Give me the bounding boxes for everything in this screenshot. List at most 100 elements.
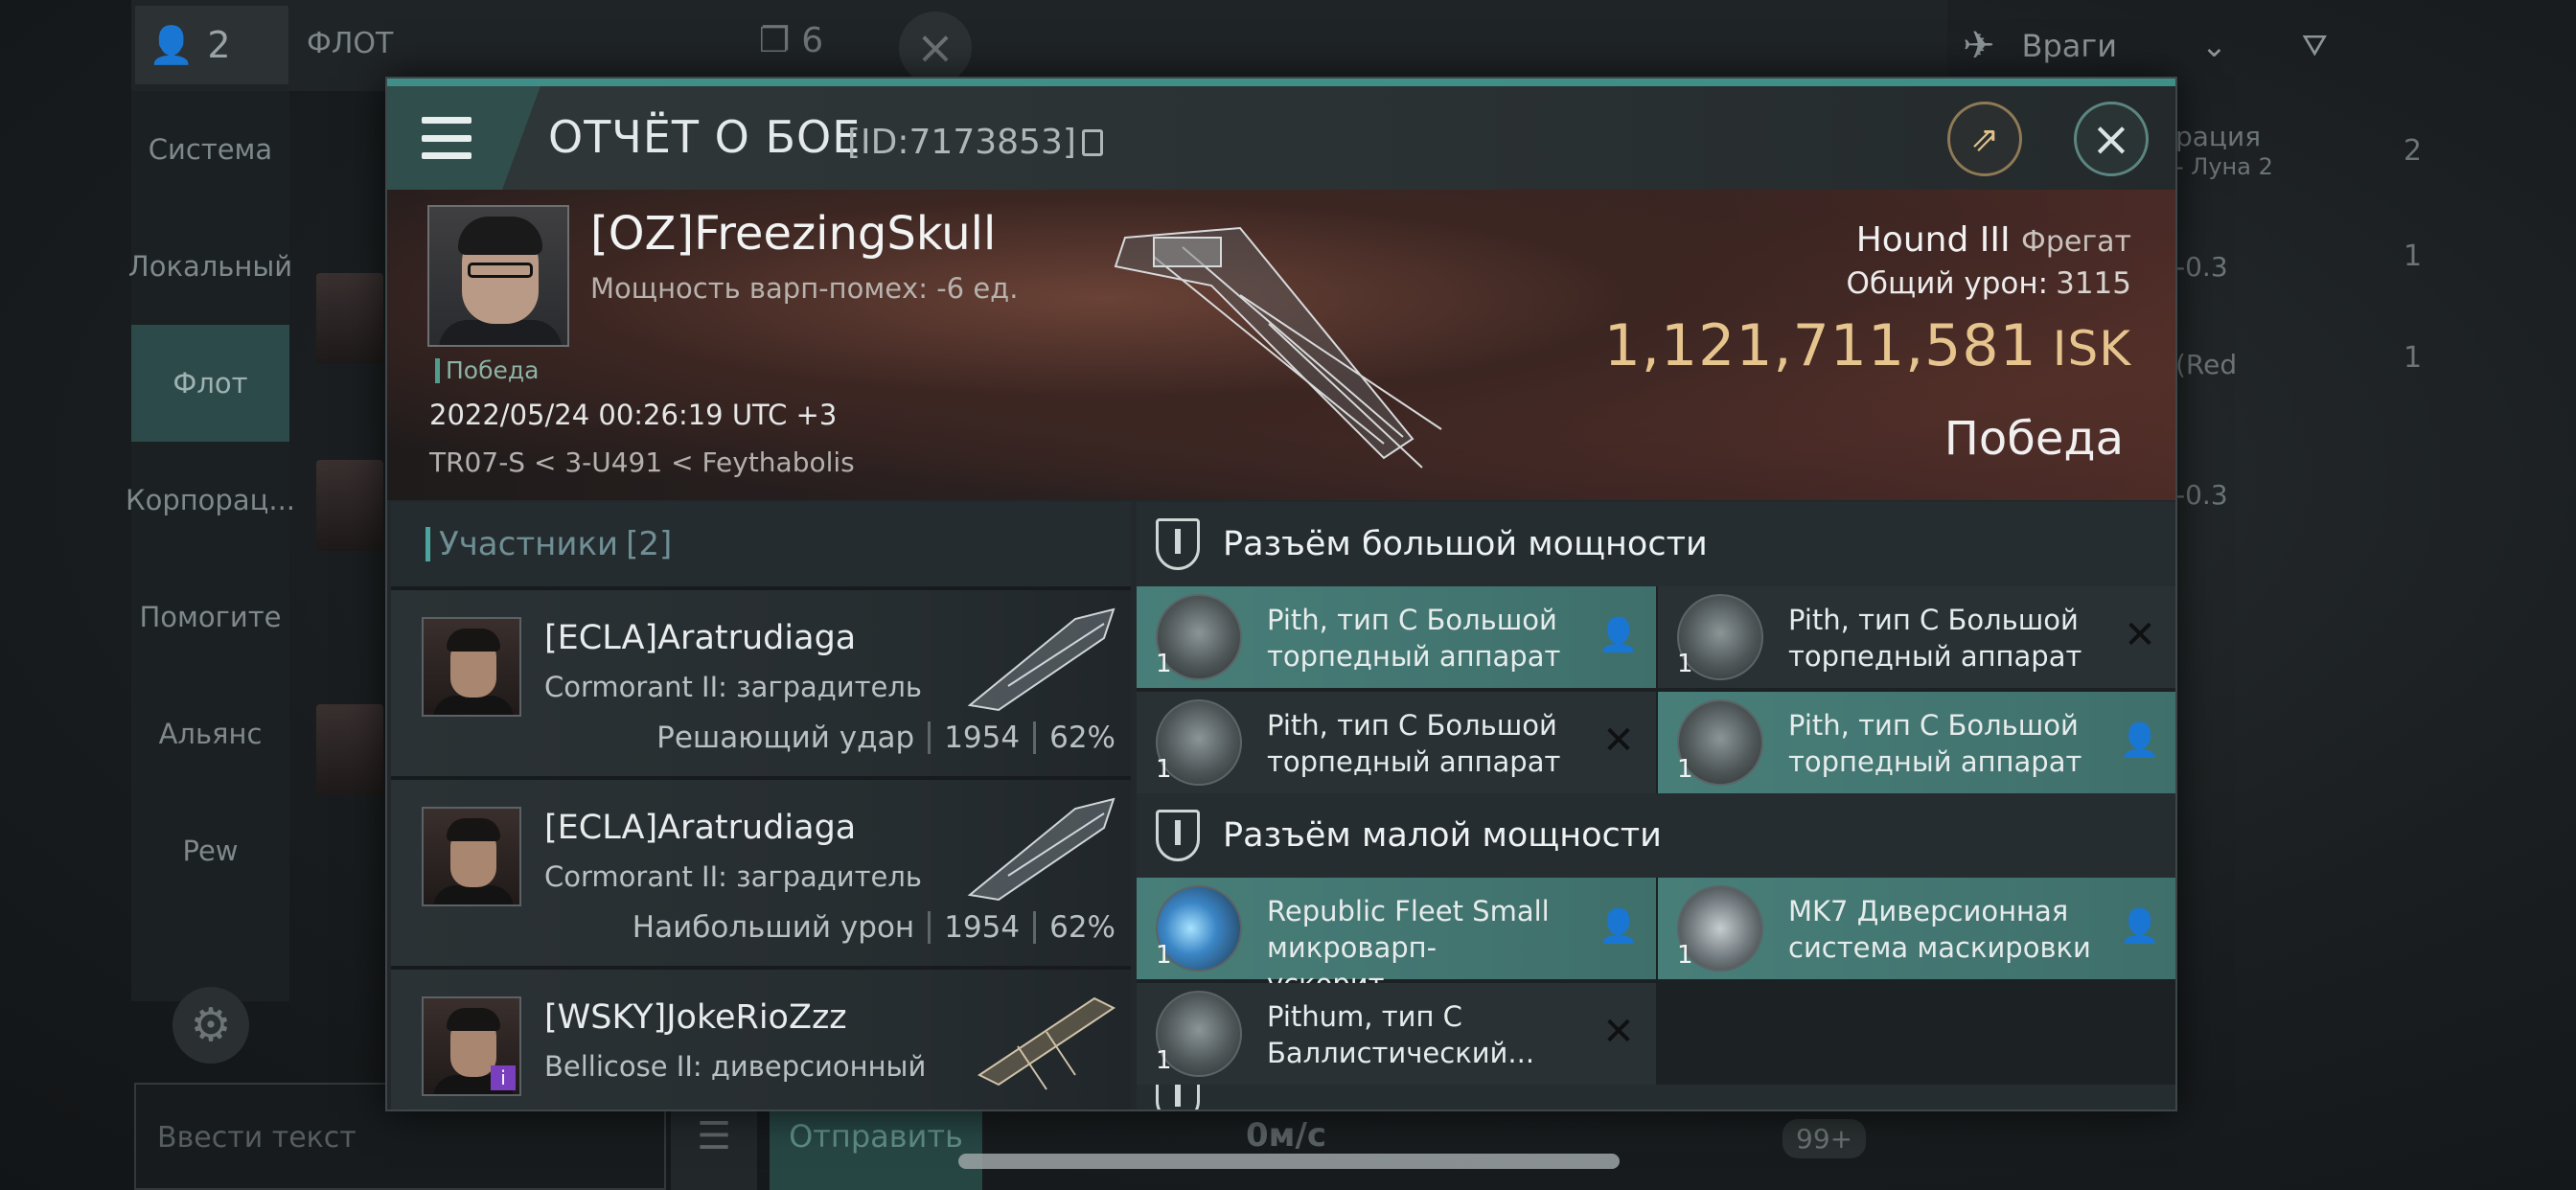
- fleet-title: ФЛОТ: [307, 27, 394, 60]
- overview-text: рация: [2175, 121, 2262, 152]
- speed-readout: 0м/с: [1246, 1116, 1327, 1155]
- sidebar-item-pew[interactable]: Pew: [131, 792, 289, 909]
- isk-value: 1,121,711,581 ISK: [1604, 312, 2131, 379]
- isk-unit: ISK: [2052, 321, 2131, 377]
- module-qty: 1: [1677, 650, 1693, 678]
- avatar[interactable]: [422, 807, 521, 906]
- kill-datetime: 2022/05/24 00:26:19 UTC +3: [429, 399, 838, 431]
- accent-line: [387, 79, 2175, 86]
- victim-ship: Hound III Фрегат: [1856, 220, 2131, 260]
- destroyed-x-icon: ✕: [1602, 719, 1635, 763]
- dropped-person-icon: 👤: [1598, 907, 1640, 946]
- participant-row[interactable]: [ECLA]Aratrudiaga Cormorant II: заградит…: [391, 776, 1131, 966]
- empty-slot: [1658, 983, 2175, 1085]
- report-id-text: [ID:7173853]: [847, 123, 1076, 162]
- avatar[interactable]: i: [422, 996, 521, 1096]
- low-slot-header: Разъём малой мощности: [1137, 793, 2175, 878]
- high-slot-icon: [1156, 518, 1200, 570]
- destroyed-x-icon: ✕: [1602, 1010, 1635, 1054]
- members-count: 2: [207, 24, 231, 66]
- next-slot-header-partial: [1137, 1085, 2175, 1110]
- ship-name-text[interactable]: Hound III: [1856, 220, 2011, 260]
- participants-label: Участники: [439, 525, 619, 563]
- dropped-person-icon: 👤: [2119, 907, 2161, 946]
- sidebar-item-local[interactable]: Локальный: [128, 208, 292, 325]
- warp-disruption: Мощность варп-помех: -6 ед.: [590, 272, 1019, 305]
- background-close-icon[interactable]: ×: [899, 11, 972, 84]
- module-name: Pith, тип C Большой торпедный аппарат: [1267, 709, 1561, 778]
- share-icon: ⇗: [1969, 119, 2000, 159]
- copy-counter[interactable]: ❐ 6: [759, 21, 823, 60]
- chat-avatar: [316, 460, 383, 551]
- overview-text: (Red: [2175, 349, 2238, 380]
- home-indicator[interactable]: [958, 1154, 1620, 1169]
- module-qty: 1: [1677, 755, 1693, 784]
- slot-icon: [1156, 1085, 1200, 1110]
- overview-text: -0.3: [2175, 251, 2228, 283]
- pilot-name[interactable]: [OZ]FreezingSkull: [590, 207, 996, 261]
- total-damage-value: 3115: [2056, 266, 2131, 301]
- gear-icon[interactable]: ⚙: [172, 987, 249, 1064]
- chat-avatar: [316, 704, 383, 795]
- copy-icon[interactable]: [1081, 128, 1103, 156]
- module-slot[interactable]: 1 Pith, тип C Большой торпедный аппарат …: [1137, 586, 1656, 688]
- low-slot-icon: [1156, 810, 1200, 861]
- sidebar-item-system[interactable]: Система: [131, 91, 289, 208]
- pilot-portrait[interactable]: [427, 205, 569, 347]
- kill-location[interactable]: TR07-S < 3-U491 < Feythabolis: [429, 446, 855, 478]
- module-qty: 1: [1156, 755, 1172, 784]
- module-slot[interactable]: 1 MK7 Диверсионная система маскировки 👤: [1658, 878, 2175, 979]
- dialog-header: ОТЧЁТ О БОЕ [ID:7173853] ⇗ ×: [387, 86, 2175, 190]
- dialog-title: ОТЧЁТ О БОЕ: [548, 111, 862, 163]
- participant-ship-image: [967, 797, 1116, 902]
- module-qty: 1: [1156, 941, 1172, 970]
- close-icon: ×: [2091, 111, 2131, 167]
- filter-icon[interactable]: ⛛: [2302, 27, 2328, 64]
- enemies-label: Враги: [2021, 27, 2117, 64]
- module-slot[interactable]: 1 Pith, тип C Большой торпедный аппарат …: [1658, 692, 2175, 793]
- participant-ship-image: [978, 996, 1116, 1090]
- module-qty: 1: [1156, 650, 1172, 678]
- module-slot[interactable]: 1 Pith, тип C Большой торпедный аппарат …: [1658, 586, 2175, 688]
- person-icon: 👤: [149, 23, 195, 66]
- close-button[interactable]: ×: [2074, 102, 2149, 176]
- menu-button[interactable]: [387, 86, 540, 190]
- total-damage: Общий урон: 3115: [1847, 266, 2131, 301]
- participant-row[interactable]: i [WSKY]JokeRioZzz Bellicose II: диверси…: [391, 966, 1131, 1110]
- sidebar-item-corporation[interactable]: Корпорац...: [126, 442, 295, 559]
- participant-ship-image: [967, 607, 1116, 712]
- result-tag: Победа: [435, 356, 540, 384]
- channel-sidebar: Система Локальный Флот Корпорац... Помог…: [126, 91, 295, 1001]
- stat-label: Решающий удар: [656, 721, 915, 755]
- info-icon[interactable]: i: [491, 1065, 516, 1090]
- participant-name: [ECLA]Aratrudiaga: [544, 809, 857, 847]
- stat-label: Наибольший урон: [632, 910, 915, 945]
- module-name: Pith, тип C Большой торпедный аппарат: [1788, 604, 2082, 673]
- module-qty: 1: [1677, 941, 1693, 970]
- sidebar-item-alliance[interactable]: Альянс: [131, 675, 289, 792]
- module-slot[interactable]: 1 Republic Fleet Small микроварп-ускорит…: [1137, 878, 1656, 1000]
- participants-panel: Участники [2] [ECLA]Aratrudiaga Cormoran…: [391, 502, 1131, 1110]
- damage-dealt: 1954: [944, 721, 1021, 755]
- dropped-person-icon: 👤: [1598, 616, 1640, 654]
- module-slot[interactable]: 1 Pith, тип C Большой торпедный аппарат …: [1137, 692, 1656, 793]
- dropped-person-icon: 👤: [2119, 721, 2161, 760]
- participant-name: [ECLA]Aratrudiaga: [544, 619, 857, 657]
- ship-class: Фрегат: [2021, 225, 2131, 259]
- chat-avatar: [316, 273, 383, 364]
- sidebar-item-help[interactable]: Помогите: [131, 559, 289, 675]
- share-button[interactable]: ⇗: [1947, 102, 2022, 176]
- report-id[interactable]: [ID:7173853]: [847, 123, 1103, 162]
- copy-count: 6: [801, 21, 824, 60]
- module-slot[interactable]: 1 Pithum, тип C Баллистический... ✕: [1137, 983, 1656, 1085]
- participant-name: [WSKY]JokeRioZzz: [544, 998, 847, 1037]
- low-slot-grid: 1 Republic Fleet Small микроварп-ускорит…: [1137, 878, 2175, 1085]
- participants-count: [2]: [626, 525, 673, 563]
- overview-text: -0.3: [2175, 479, 2228, 511]
- avatar[interactable]: [422, 617, 521, 717]
- sidebar-item-fleet[interactable]: Флот: [131, 325, 289, 442]
- participant-row[interactable]: [ECLA]Aratrudiaga Cormorant II: заградит…: [391, 586, 1131, 776]
- participant-ship: Cormorant II: заградитель: [544, 860, 923, 893]
- fitting-panel: Разъём большой мощности 1 Pith, тип C Бо…: [1137, 502, 2175, 1110]
- members-chip[interactable]: 👤 2: [135, 6, 288, 84]
